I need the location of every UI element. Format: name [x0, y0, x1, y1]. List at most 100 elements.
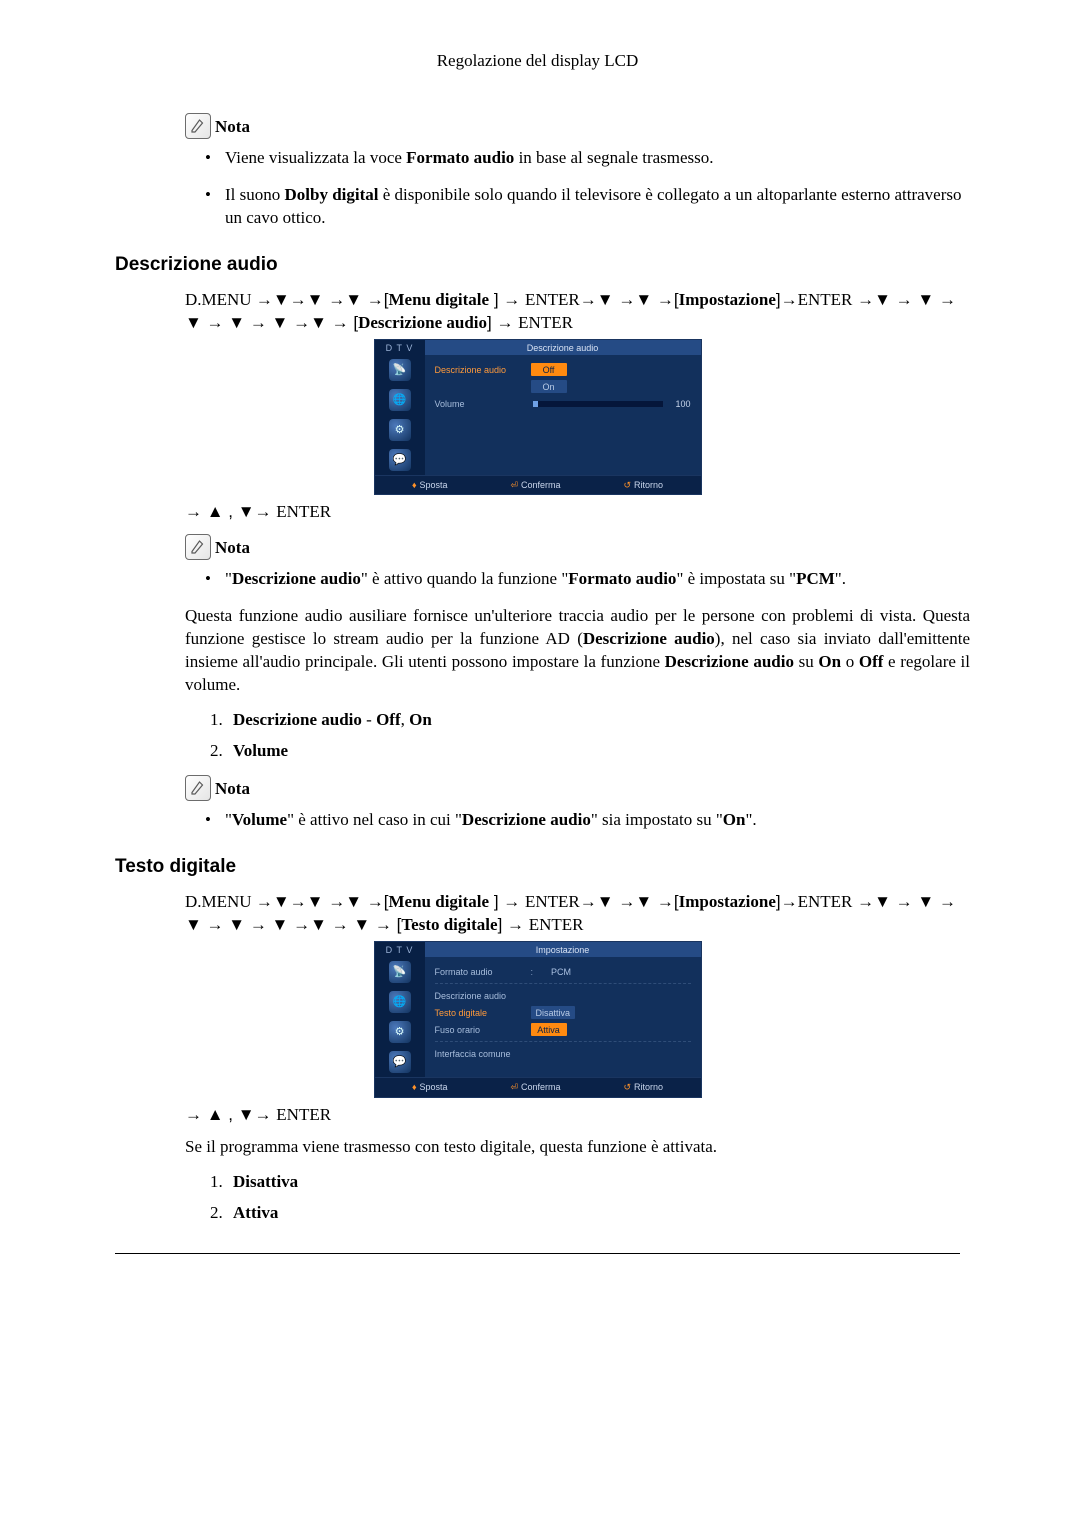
- text: ENTER: [518, 313, 573, 332]
- arrow: ] →: [489, 892, 525, 911]
- post-path: → ▲ , ▼→ ENTER: [185, 1104, 970, 1127]
- osd-volume-slider: [533, 401, 664, 407]
- post-path: → ▲ , ▼→ ENTER: [185, 501, 970, 524]
- text-bold: Impostazione: [679, 290, 776, 309]
- list-item: Disattiva: [227, 1171, 970, 1194]
- text: ": [225, 569, 232, 588]
- osd-sep: :: [531, 966, 534, 978]
- osd-row-label: Descrizione audio: [435, 364, 525, 376]
- globe-icon: 🌐: [389, 389, 411, 411]
- text-bold: Off: [376, 710, 401, 729]
- arrow: →▼ →▼ →[: [580, 290, 679, 309]
- osd-tab-title: Impostazione: [425, 942, 701, 957]
- osd-sidebar: 📡 🌐 ⚙ 💬: [375, 957, 425, 1077]
- nav-path: D.MENU →▼→▼ →▼ →[Menu digitale ] → ENTER…: [185, 289, 970, 335]
- text: -: [362, 710, 376, 729]
- note-block: Nota: [185, 775, 970, 801]
- note-icon: [185, 534, 211, 560]
- osd-screenshot-descrizione-audio: D T V Descrizione audio 📡 🌐 ⚙ 💬 Descrizi…: [374, 339, 702, 495]
- text: ": [225, 810, 232, 829]
- text: ENTER: [525, 290, 580, 309]
- footer-move: Sposta: [420, 1081, 448, 1093]
- osd-row-label: Volume: [435, 398, 525, 410]
- text: " è attivo quando la funzione ": [361, 569, 568, 588]
- osd-tab-dtv: D T V: [375, 340, 425, 355]
- note-icon: [185, 775, 211, 801]
- text-bold: Volume: [233, 741, 288, 760]
- note-label: Nota: [215, 778, 250, 801]
- language-icon: 💬: [389, 449, 411, 471]
- osd-option-selected: Off: [531, 363, 567, 376]
- enter-icon: ⏎: [510, 1081, 518, 1093]
- satellite-icon: 📡: [389, 961, 411, 983]
- enter-icon: ⏎: [510, 479, 518, 491]
- text: ENTER: [525, 892, 580, 911]
- osd-main-panel: Formato audio: PCM Descrizione audio Tes…: [425, 957, 701, 1077]
- bullet-item: "Volume" è attivo nel caso in cui "Descr…: [205, 809, 970, 832]
- text: o: [841, 652, 859, 671]
- list-item: Volume: [227, 740, 970, 763]
- return-icon: ↺: [623, 1081, 631, 1093]
- text-bold: Dolby digital: [285, 185, 379, 204]
- note-block: Nota: [185, 113, 970, 139]
- osd-footer: ♦Sposta ⏎Conferma ↺Ritorno: [375, 475, 701, 494]
- arrow: →▼→▼ →▼ →[: [256, 290, 389, 309]
- text-bold: Descrizione audio: [358, 313, 487, 332]
- numbered-list: Descrizione audio - Off, On Volume: [205, 709, 970, 763]
- osd-option: On: [531, 380, 567, 393]
- arrow: ] →: [487, 313, 518, 332]
- footer-return: Ritorno: [634, 479, 663, 491]
- text-bold: On: [409, 710, 432, 729]
- arrow: → ▲ , ▼→: [185, 502, 276, 521]
- text-bold: Descrizione audio: [462, 810, 591, 829]
- osd-row-label: Interfaccia comune: [435, 1048, 525, 1060]
- nav-path: D.MENU →▼→▼ →▼ →[Menu digitale ] → ENTER…: [185, 891, 970, 937]
- text: ,: [401, 710, 410, 729]
- text: ENTER: [529, 915, 584, 934]
- arrow: → ▲ , ▼→: [185, 1105, 276, 1124]
- osd-row-label: Descrizione audio: [435, 990, 525, 1002]
- paragraph: Questa funzione audio ausiliare fornisce…: [185, 605, 970, 697]
- arrow: →▼ →▼ →[: [580, 892, 679, 911]
- section-heading-descrizione-audio: Descrizione audio: [115, 252, 970, 278]
- text-bold: On: [723, 810, 746, 829]
- osd-sidebar: 📡 🌐 ⚙ 💬: [375, 355, 425, 475]
- gear-icon: ⚙: [389, 419, 411, 441]
- footer-return: Ritorno: [634, 1081, 663, 1093]
- text: su: [794, 652, 818, 671]
- numbered-list: Disattiva Attiva: [205, 1171, 970, 1225]
- text-bold: Formato audio: [406, 148, 514, 167]
- text-bold: On: [818, 652, 841, 671]
- text: in base al segnale trasmesso.: [514, 148, 713, 167]
- text-bold: Descrizione audio: [232, 569, 361, 588]
- note-bullet-list: Viene visualizzata la voce Formato audio…: [205, 147, 970, 230]
- osd-screenshot-testo-digitale: D T V Impostazione 📡 🌐 ⚙ 💬 Formato audio…: [374, 941, 702, 1097]
- text-bold: Descrizione audio: [233, 710, 362, 729]
- text-bold: Menu digitale: [389, 290, 490, 309]
- section-heading-testo-digitale: Testo digitale: [115, 854, 970, 880]
- text-bold: Descrizione audio: [665, 652, 794, 671]
- text: ENTER: [798, 290, 853, 309]
- move-icon: ♦: [412, 479, 417, 491]
- return-icon: ↺: [623, 479, 631, 491]
- globe-icon: 🌐: [389, 991, 411, 1013]
- text-bold: Disattiva: [233, 1172, 298, 1191]
- arrow: ] →: [498, 915, 529, 934]
- footer-move: Sposta: [420, 479, 448, 491]
- note-icon: [185, 113, 211, 139]
- osd-main-panel: Descrizione audio Off On Volume 100: [425, 355, 701, 475]
- text-bold: Menu digitale: [389, 892, 490, 911]
- page-footer-rule: [115, 1253, 960, 1254]
- footer-confirm: Conferma: [521, 479, 561, 491]
- text-bold: Descrizione audio: [583, 629, 715, 648]
- osd-tab-title: Descrizione audio: [425, 340, 701, 355]
- text-bold: Volume: [232, 810, 287, 829]
- gear-icon: ⚙: [389, 1021, 411, 1043]
- text-bold: PCM: [796, 569, 835, 588]
- arrow: →▼→▼ →▼ →[: [256, 892, 389, 911]
- text: " è attivo nel caso in cui ": [287, 810, 462, 829]
- note-bullet-list: "Volume" è attivo nel caso in cui "Descr…: [205, 809, 970, 832]
- text-bold: Formato audio: [568, 569, 676, 588]
- text-bold: Impostazione: [679, 892, 776, 911]
- text: ENTER: [798, 892, 853, 911]
